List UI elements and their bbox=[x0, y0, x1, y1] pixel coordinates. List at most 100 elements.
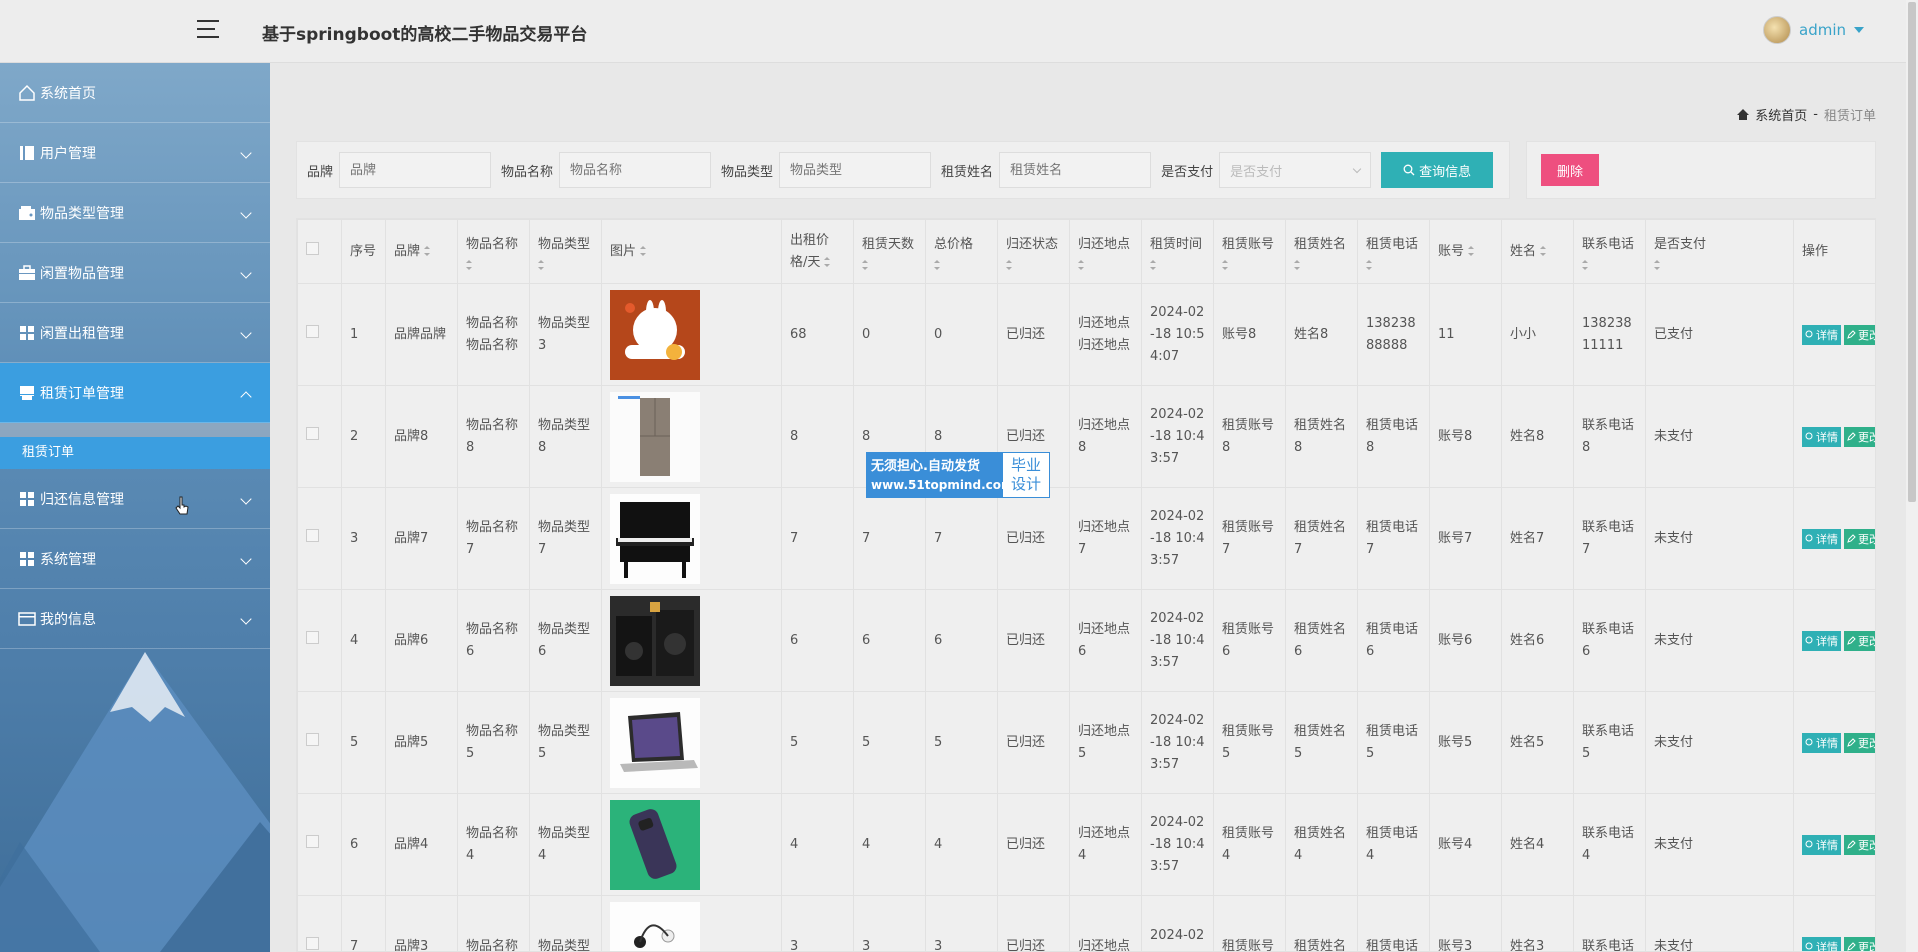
edit-button[interactable]: 更改 bbox=[1844, 732, 1875, 753]
detail-button[interactable]: 详情 bbox=[1802, 630, 1841, 651]
sidebar-item-returns[interactable]: 归还信息管理 bbox=[0, 469, 270, 529]
sort-icon[interactable] bbox=[466, 259, 472, 270]
header-phone[interactable]: 联系电话 bbox=[1573, 219, 1646, 284]
header-brand[interactable]: 品牌 bbox=[385, 219, 458, 284]
detail-button[interactable]: 详情 bbox=[1802, 834, 1841, 855]
sort-icon[interactable] bbox=[1006, 259, 1012, 270]
detail-button[interactable]: 详情 bbox=[1802, 936, 1841, 951]
sort-icon[interactable] bbox=[1078, 259, 1084, 270]
pencil-icon bbox=[1847, 534, 1856, 543]
fridge-image[interactable] bbox=[610, 391, 700, 482]
menu-toggle-icon[interactable] bbox=[197, 20, 219, 40]
header-status[interactable]: 归还状态 bbox=[997, 219, 1070, 284]
header-total[interactable]: 总价格 bbox=[925, 219, 998, 284]
row-checkbox[interactable] bbox=[306, 834, 319, 848]
type-input[interactable] bbox=[779, 152, 932, 188]
sidebar-item-home[interactable]: 系统首页 bbox=[0, 63, 270, 123]
sort-icon[interactable] bbox=[1222, 259, 1228, 270]
sort-icon[interactable] bbox=[1540, 246, 1547, 256]
detail-button[interactable]: 详情 bbox=[1802, 732, 1841, 753]
laptop-image[interactable] bbox=[610, 697, 700, 788]
cell-phone: 联系电话5 bbox=[1573, 691, 1646, 794]
select-all-checkbox[interactable] bbox=[306, 241, 319, 255]
cell-brand: 品牌6 bbox=[385, 589, 458, 692]
cell-phone: 联系电话8 bbox=[1573, 385, 1646, 488]
brand-input[interactable] bbox=[339, 152, 492, 188]
header-paid[interactable]: 是否支付 bbox=[1645, 219, 1794, 284]
query-button[interactable]: 查询信息 bbox=[1381, 152, 1494, 188]
header-type[interactable]: 物品类型 bbox=[529, 219, 602, 284]
table-row: 4 品牌6 物品名称6 物品类型6 6 6 6 已归还 归还地点6 2024-02-18 10:4… bbox=[297, 589, 1875, 692]
cell-paid: 未支付 bbox=[1645, 895, 1794, 951]
cell-days: 0 bbox=[853, 283, 926, 386]
sort-icon[interactable] bbox=[1582, 259, 1588, 270]
scrollbar-thumb[interactable] bbox=[1908, 2, 1916, 502]
row-checkbox[interactable] bbox=[306, 630, 319, 644]
app-title: 基于springboot的高校二手物品交易平台 bbox=[262, 25, 588, 45]
row-checkbox[interactable] bbox=[306, 528, 319, 542]
sort-icon[interactable] bbox=[862, 259, 868, 270]
edit-button[interactable]: 更改 bbox=[1844, 426, 1875, 447]
sidebar-subitem-rental-order[interactable]: 租赁订单 bbox=[0, 437, 270, 469]
header-rent-phone[interactable]: 租赁电话 bbox=[1357, 219, 1430, 284]
rabbit-sticker-image[interactable] bbox=[610, 289, 700, 380]
detail-button[interactable]: 详情 bbox=[1802, 528, 1841, 549]
paid-select[interactable]: 是否支付 bbox=[1219, 152, 1372, 188]
page-scrollbar[interactable] bbox=[1906, 0, 1918, 952]
detail-button[interactable]: 详情 bbox=[1802, 426, 1841, 447]
header-days[interactable]: 租赁天数 bbox=[853, 219, 926, 284]
header-rent-account[interactable]: 租赁账号 bbox=[1213, 219, 1286, 284]
sort-icon[interactable] bbox=[934, 259, 940, 270]
breadcrumb-home[interactable]: 系统首页 bbox=[1755, 105, 1807, 124]
row-checkbox[interactable] bbox=[306, 324, 319, 338]
phone-case-image[interactable] bbox=[610, 799, 700, 890]
sidebar-item-my-info[interactable]: 我的信息 bbox=[0, 589, 270, 649]
sort-icon[interactable] bbox=[824, 257, 831, 267]
earphones-image[interactable] bbox=[610, 901, 700, 951]
sidebar-item-rental-orders[interactable]: 租赁订单管理 bbox=[0, 363, 270, 423]
header-account[interactable]: 账号 bbox=[1429, 219, 1502, 284]
edit-button[interactable]: 更改 bbox=[1844, 834, 1875, 855]
header-location[interactable]: 归还地点 bbox=[1069, 219, 1142, 284]
piano-image[interactable] bbox=[610, 493, 700, 584]
name-input[interactable] bbox=[559, 152, 712, 188]
sort-icon[interactable] bbox=[640, 246, 647, 256]
header-person[interactable]: 姓名 bbox=[1501, 219, 1574, 284]
header-rent-name[interactable]: 租赁姓名 bbox=[1285, 219, 1358, 284]
sidebar-item-idle-items[interactable]: 闲置物品管理 bbox=[0, 243, 270, 303]
sort-icon[interactable] bbox=[1468, 246, 1475, 256]
edit-button[interactable]: 更改 bbox=[1844, 324, 1875, 345]
sidebar-item-system[interactable]: 系统管理 bbox=[0, 529, 270, 589]
row-checkbox[interactable] bbox=[306, 936, 319, 950]
sort-icon[interactable] bbox=[538, 259, 544, 270]
speaker-image[interactable] bbox=[610, 595, 700, 686]
sidebar-item-idle-rent[interactable]: 闲置出租管理 bbox=[0, 303, 270, 363]
cell-rent-name: 姓名8 bbox=[1285, 283, 1358, 386]
cell-rent-account: 账号8 bbox=[1213, 283, 1286, 386]
breadcrumb-separator: - bbox=[1813, 107, 1818, 122]
sort-icon[interactable] bbox=[1294, 259, 1300, 270]
renter-input[interactable] bbox=[999, 152, 1152, 188]
cell-brand: 品牌8 bbox=[385, 385, 458, 488]
edit-button[interactable]: 更改 bbox=[1844, 630, 1875, 651]
cell-rent-account: 租赁账号7 bbox=[1213, 487, 1286, 590]
header-name[interactable]: 物品名称 bbox=[457, 219, 530, 284]
sort-icon[interactable] bbox=[1366, 259, 1372, 270]
name-label: 物品名称 bbox=[501, 164, 554, 180]
edit-button[interactable]: 更改 bbox=[1844, 528, 1875, 549]
edit-button[interactable]: 更改 bbox=[1844, 936, 1875, 951]
row-checkbox[interactable] bbox=[306, 732, 319, 746]
header-price[interactable]: 出租价格/天 bbox=[781, 219, 854, 284]
user-menu[interactable]: admin bbox=[1763, 16, 1864, 44]
sort-icon[interactable] bbox=[1150, 259, 1156, 270]
sidebar-item-users[interactable]: 用户管理 bbox=[0, 123, 270, 183]
detail-button[interactable]: 详情 bbox=[1802, 324, 1841, 345]
sidebar-item-item-types[interactable]: 物品类型管理 bbox=[0, 183, 270, 243]
header-time[interactable]: 租赁时间 bbox=[1141, 219, 1214, 284]
header-image[interactable]: 图片 bbox=[601, 219, 782, 284]
row-checkbox[interactable] bbox=[306, 426, 319, 440]
cell-price: 7 bbox=[781, 487, 854, 590]
sort-icon[interactable] bbox=[1654, 259, 1660, 270]
delete-button[interactable]: 删除 bbox=[1541, 154, 1599, 186]
sort-icon[interactable] bbox=[424, 246, 431, 256]
